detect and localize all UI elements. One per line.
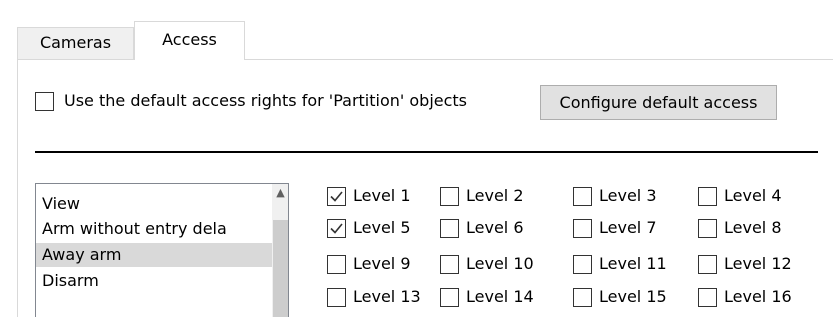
scroll-thumb[interactable] bbox=[273, 220, 288, 317]
list-item-arm-without-entry-delay[interactable]: Arm without entry dela bbox=[36, 217, 272, 241]
list-item-view[interactable]: View bbox=[36, 192, 272, 216]
level-label: Level 15 bbox=[599, 287, 667, 306]
level-label: Level 7 bbox=[599, 218, 657, 237]
level-checkbox[interactable] bbox=[573, 219, 592, 238]
level-label: Level 5 bbox=[353, 218, 411, 237]
level-label: Level 3 bbox=[599, 186, 657, 205]
level-checkbox[interactable] bbox=[440, 288, 459, 307]
access-settings-window: Cameras Access Use the default access ri… bbox=[0, 0, 833, 317]
check-icon bbox=[330, 191, 343, 202]
list-scrollbar[interactable]: ▲ bbox=[272, 184, 288, 317]
level-checkbox[interactable] bbox=[327, 255, 346, 274]
list-item-disarm[interactable]: Disarm bbox=[36, 269, 272, 293]
level-label: Level 10 bbox=[466, 254, 534, 273]
tab-cameras[interactable]: Cameras bbox=[17, 27, 134, 59]
level-label: Level 1 bbox=[353, 186, 411, 205]
configure-default-access-button[interactable]: Configure default access bbox=[540, 85, 777, 120]
divider bbox=[35, 151, 818, 153]
level-checkbox[interactable] bbox=[440, 255, 459, 274]
level-checkbox[interactable] bbox=[698, 255, 717, 274]
level-label: Level 6 bbox=[466, 218, 524, 237]
check-icon bbox=[330, 223, 343, 234]
level-checkbox[interactable] bbox=[327, 219, 346, 238]
level-checkbox[interactable] bbox=[573, 288, 592, 307]
level-checkbox[interactable] bbox=[698, 219, 717, 238]
level-label: Level 8 bbox=[724, 218, 782, 237]
level-label: Level 13 bbox=[353, 287, 421, 306]
level-checkbox[interactable] bbox=[698, 288, 717, 307]
scroll-up-icon[interactable]: ▲ bbox=[272, 184, 288, 201]
level-label: Level 4 bbox=[724, 186, 782, 205]
default-access-checkbox[interactable] bbox=[35, 92, 54, 111]
level-checkbox[interactable] bbox=[440, 187, 459, 206]
level-label: Level 12 bbox=[724, 254, 792, 273]
level-label: Level 11 bbox=[599, 254, 667, 273]
level-checkbox[interactable] bbox=[327, 288, 346, 307]
level-checkbox[interactable] bbox=[327, 187, 346, 206]
level-label: Level 14 bbox=[466, 287, 534, 306]
level-checkbox[interactable] bbox=[440, 219, 459, 238]
default-access-label: Use the default access rights for 'Parti… bbox=[64, 91, 468, 110]
level-checkbox[interactable] bbox=[573, 187, 592, 206]
tab-access[interactable]: Access bbox=[134, 21, 245, 60]
access-rights-list[interactable]: View Arm without entry dela Away arm Dis… bbox=[35, 183, 289, 317]
list-item-away-arm[interactable]: Away arm bbox=[36, 243, 272, 267]
level-label: Level 16 bbox=[724, 287, 792, 306]
level-checkbox[interactable] bbox=[573, 255, 592, 274]
level-checkbox[interactable] bbox=[698, 187, 717, 206]
level-label: Level 9 bbox=[353, 254, 411, 273]
level-label: Level 2 bbox=[466, 186, 524, 205]
